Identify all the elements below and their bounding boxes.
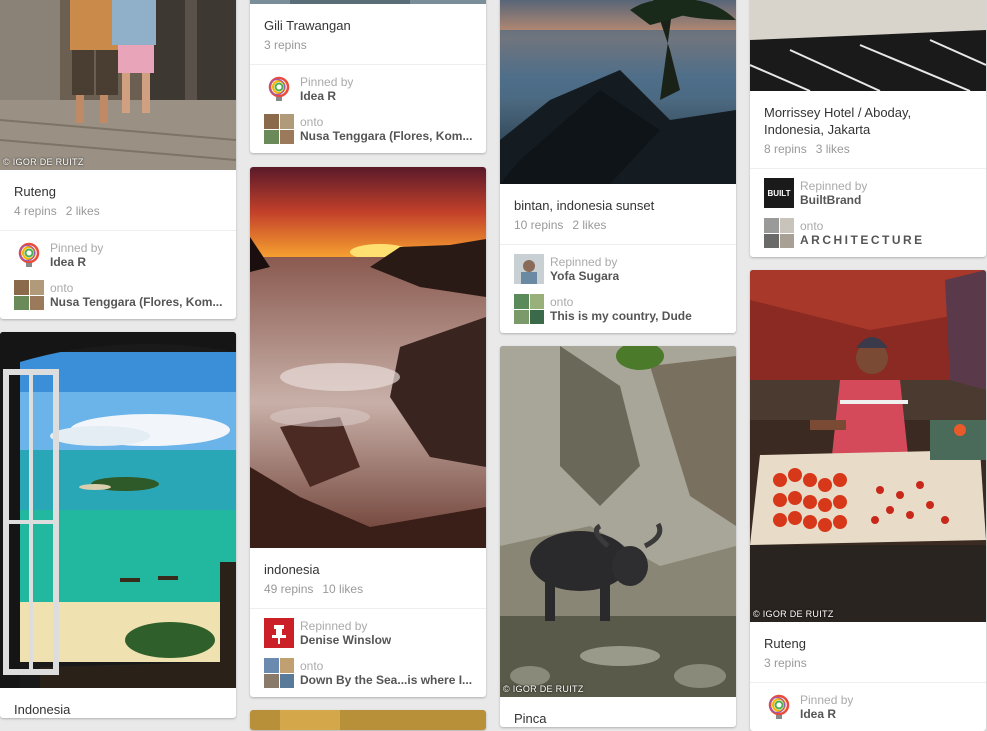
- pinner-row[interactable]: Pinned by Idea R: [764, 691, 972, 723]
- board-row[interactable]: onto This is my country, Dude: [514, 293, 722, 325]
- board-row[interactable]: onto ARCHITECTURE: [764, 217, 972, 249]
- repin-count[interactable]: 10 repins: [514, 218, 563, 232]
- repin-count[interactable]: 3 repins: [764, 656, 807, 670]
- pin-description: Ruteng: [14, 184, 56, 199]
- avatar-logo-text: BUILT: [767, 188, 791, 198]
- pin-description: bintan, indonesia sunset: [514, 198, 655, 213]
- like-count[interactable]: 3 likes: [816, 142, 850, 156]
- board-thumbnail[interactable]: [14, 280, 44, 310]
- pinner-name[interactable]: Yofa Sugara: [550, 269, 619, 283]
- onto-label: onto: [550, 295, 574, 309]
- pinned-by-label: Pinned by: [800, 693, 854, 707]
- onto-label: onto: [300, 659, 324, 673]
- board-thumbnail[interactable]: [264, 114, 294, 144]
- pin-description: Pinca: [514, 711, 547, 726]
- pin-stats: 49 repins 10 likes: [250, 578, 486, 608]
- pin-card[interactable]: Indonesia: [0, 332, 236, 718]
- pinned-by-label: Pinned by: [50, 241, 104, 255]
- pinned-by-label: Pinned by: [300, 75, 354, 89]
- like-count[interactable]: 2 likes: [66, 204, 100, 218]
- pin-card[interactable]: © IGOR DE RUITZ Ruteng 4 repins 2 likes: [0, 0, 236, 319]
- pin-stats: 3 repins: [750, 652, 986, 682]
- idea-r-avatar[interactable]: [14, 240, 44, 270]
- pin-image[interactable]: [250, 0, 486, 4]
- board-thumbnail[interactable]: [764, 218, 794, 248]
- pin-image[interactable]: [250, 167, 486, 548]
- pin-card[interactable]: © IGOR DE RUITZ Pinca: [500, 346, 736, 727]
- idea-r-avatar[interactable]: [764, 692, 794, 722]
- pinner-row[interactable]: BUILT Repinned by BuiltBrand: [764, 177, 972, 209]
- photo-watermark: © IGOR DE RUITZ: [753, 609, 834, 619]
- like-count[interactable]: 10 likes: [322, 582, 363, 596]
- pinner-name[interactable]: Idea R: [800, 707, 853, 721]
- pinner-name[interactable]: Denise Winslow: [300, 633, 391, 647]
- onto-label: onto: [50, 281, 74, 295]
- pinner-name[interactable]: BuiltBrand: [800, 193, 867, 207]
- repinned-by-label: Repinned by: [800, 179, 868, 193]
- pinner-row[interactable]: Pinned by Idea R: [14, 239, 222, 271]
- pin-image[interactable]: [250, 710, 486, 730]
- pin-attribution: Pinned by Idea R onto Nusa Tenggara (Flo…: [250, 64, 486, 153]
- pin-image[interactable]: [750, 0, 986, 91]
- board-name[interactable]: Nusa Tenggara (Flores, Kom...: [300, 129, 472, 143]
- repinned-by-label: Repinned by: [300, 619, 368, 633]
- pinner-name[interactable]: Idea R: [50, 255, 103, 269]
- pinner-row[interactable]: Pinned by Idea R: [264, 73, 472, 105]
- pin-card[interactable]: indonesia 49 repins 10 likes Repinned by: [250, 167, 486, 697]
- repin-count[interactable]: 4 repins: [14, 204, 57, 218]
- pin-image[interactable]: © IGOR DE RUITZ: [500, 346, 736, 697]
- pin-attribution: Pinned by Idea R onto Nusa Tenggara (Flo…: [0, 230, 236, 319]
- board-name[interactable]: Down By the Sea...is where I...: [300, 673, 472, 687]
- board-row[interactable]: onto Nusa Tenggara (Flores, Kom...: [264, 113, 472, 145]
- repin-count[interactable]: 3 repins: [264, 38, 307, 52]
- pin-card[interactable]: [250, 710, 486, 730]
- pin-card[interactable]: bintan, indonesia sunset 10 repins 2 like…: [500, 0, 736, 333]
- pin-attribution: Repinned by Denise Winslow onto Down By …: [250, 608, 486, 697]
- photo-watermark: © IGOR DE RUITZ: [503, 684, 584, 694]
- board-name[interactable]: ARCHITECTURE: [800, 233, 925, 247]
- pin-attribution: BUILT Repinned by BuiltBrand onto ARCHIT…: [750, 168, 986, 257]
- idea-r-avatar[interactable]: [264, 74, 294, 104]
- pin-description: Indonesia: [14, 702, 71, 717]
- pin-description: Gili Trawangan: [264, 18, 351, 33]
- pin-stats: 8 repins 3 likes: [750, 138, 986, 168]
- onto-label: onto: [800, 219, 824, 233]
- board-row[interactable]: onto Down By the Sea...is where I...: [264, 657, 472, 689]
- pinner-row[interactable]: Repinned by Yofa Sugara: [514, 253, 722, 285]
- board-thumbnail[interactable]: [514, 294, 544, 324]
- pin-card[interactable]: © IGOR DE RUITZ Ruteng 3 repins Pinned b…: [750, 270, 986, 731]
- board-name[interactable]: Nusa Tenggara (Flores, Kom...: [50, 295, 222, 309]
- pin-attribution: Repinned by Yofa Sugara onto This is my …: [500, 244, 736, 333]
- board-name[interactable]: This is my country, Dude: [550, 309, 692, 323]
- pin-image[interactable]: © IGOR DE RUITZ: [750, 270, 986, 622]
- pin-description: Morrissey Hotel / Aboday, Indonesia, Jak…: [764, 105, 912, 137]
- pin-card[interactable]: Gili Trawangan 3 repins Pinned by Idea R…: [250, 0, 486, 153]
- board-thumbnail[interactable]: [264, 658, 294, 688]
- repin-count[interactable]: 49 repins: [264, 582, 313, 596]
- onto-label: onto: [300, 115, 324, 129]
- like-count[interactable]: 2 likes: [572, 218, 606, 232]
- pin-stats: 10 repins 2 likes: [500, 214, 736, 244]
- pin-image[interactable]: [500, 0, 736, 184]
- pin-card[interactable]: Morrissey Hotel / Aboday, Indonesia, Jak…: [750, 0, 986, 257]
- pin-attribution: Pinned by Idea R: [750, 682, 986, 731]
- photo-watermark: © IGOR DE RUITZ: [3, 157, 84, 167]
- pin-stats: 3 repins: [250, 34, 486, 64]
- pinner-name[interactable]: Idea R: [300, 89, 353, 103]
- board-row[interactable]: onto Nusa Tenggara (Flores, Kom...: [14, 279, 222, 311]
- pinner-row[interactable]: Repinned by Denise Winslow: [264, 617, 472, 649]
- user-avatar[interactable]: [514, 254, 544, 284]
- pin-description: indonesia: [264, 562, 320, 577]
- pin-image[interactable]: [0, 332, 236, 688]
- repinned-by-label: Repinned by: [550, 255, 618, 269]
- pinterest-pin-avatar[interactable]: [264, 618, 294, 648]
- repin-count[interactable]: 8 repins: [764, 142, 807, 156]
- pin-image[interactable]: © IGOR DE RUITZ: [0, 0, 236, 170]
- pin-stats: 4 repins 2 likes: [0, 200, 236, 230]
- builtbrand-avatar[interactable]: BUILT: [764, 178, 794, 208]
- pin-description: Ruteng: [764, 636, 806, 651]
